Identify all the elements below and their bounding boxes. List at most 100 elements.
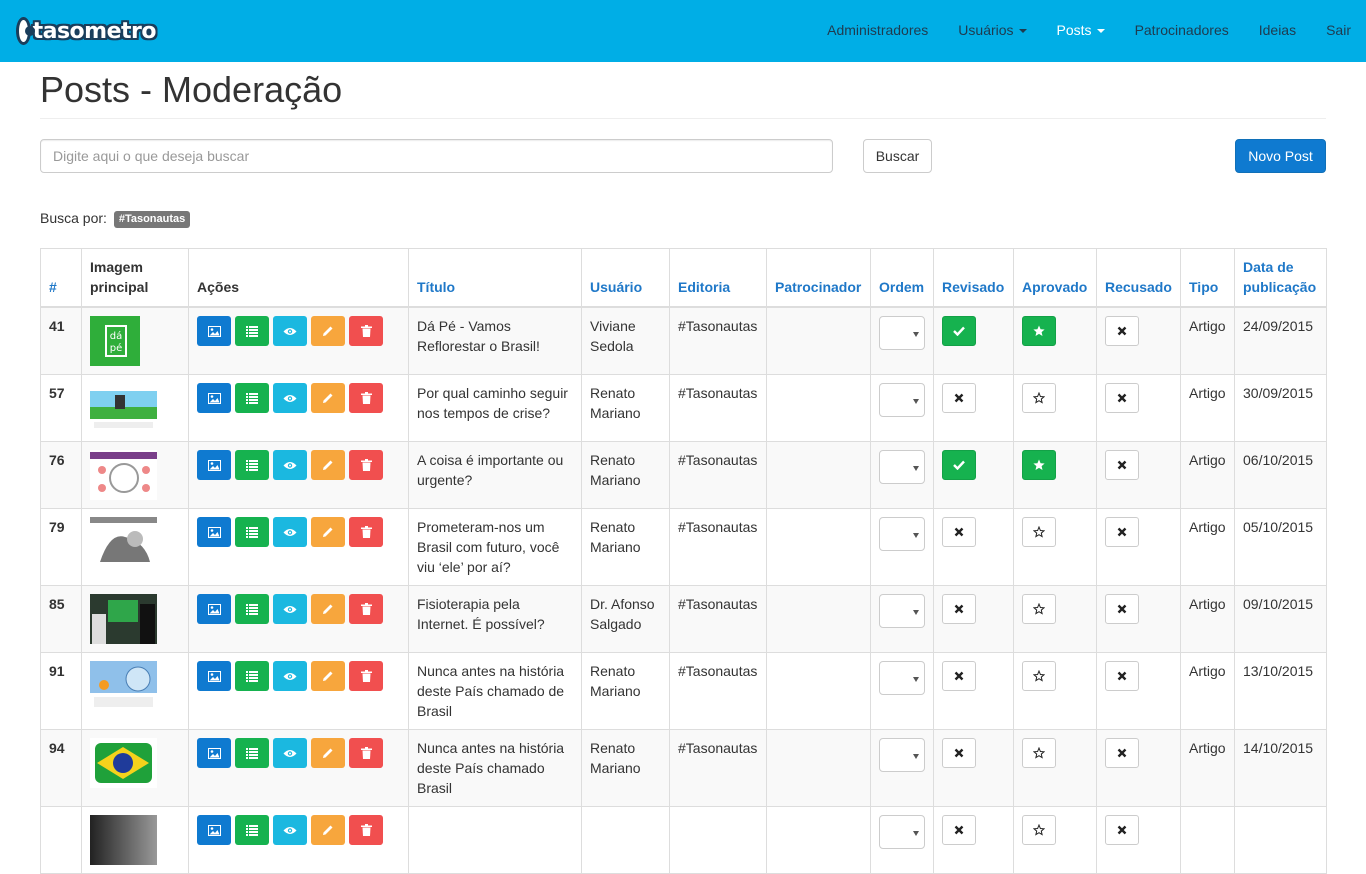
col-header-image: Imagem principal	[81, 248, 189, 308]
edit-button[interactable]	[311, 594, 345, 624]
post-thumbnail[interactable]	[90, 594, 157, 644]
reviewed-toggle[interactable]	[942, 661, 976, 691]
edit-button[interactable]	[311, 316, 345, 346]
order-select[interactable]	[879, 815, 925, 849]
post-thumbnail[interactable]	[90, 383, 157, 433]
image-button[interactable]	[197, 383, 231, 413]
approved-cell	[1013, 585, 1097, 653]
reviewed-toggle[interactable]	[942, 594, 976, 624]
reviewed-toggle[interactable]	[942, 316, 976, 346]
image-button[interactable]	[197, 661, 231, 691]
list-icon	[246, 526, 258, 538]
refused-toggle[interactable]	[1105, 517, 1139, 547]
edit-button[interactable]	[311, 450, 345, 480]
nav-ideias[interactable]: Ideias	[1244, 0, 1311, 62]
col-header-order[interactable]: Ordem	[870, 248, 934, 308]
post-thumbnail[interactable]	[90, 450, 157, 500]
col-header-date[interactable]: Data de publicação	[1234, 248, 1327, 308]
nav-posts[interactable]: Posts	[1042, 0, 1120, 62]
delete-button[interactable]	[349, 661, 383, 691]
list-button[interactable]	[235, 316, 269, 346]
col-header-editorial[interactable]: Editoria	[669, 248, 767, 308]
post-thumbnail[interactable]	[90, 661, 157, 711]
order-cell	[870, 441, 934, 509]
edit-button[interactable]	[311, 383, 345, 413]
col-header-refused[interactable]: Recusado	[1096, 248, 1181, 308]
refused-toggle[interactable]	[1105, 738, 1139, 768]
refused-toggle[interactable]	[1105, 594, 1139, 624]
post-date: 09/10/2015	[1234, 585, 1327, 653]
delete-button[interactable]	[349, 383, 383, 413]
refused-toggle[interactable]	[1105, 661, 1139, 691]
approved-toggle[interactable]	[1022, 738, 1056, 768]
reviewed-toggle[interactable]	[942, 383, 976, 413]
order-select[interactable]	[879, 594, 925, 628]
order-select[interactable]	[879, 383, 925, 417]
order-select[interactable]	[879, 517, 925, 551]
approved-toggle[interactable]	[1022, 383, 1056, 413]
list-button[interactable]	[235, 383, 269, 413]
list-button[interactable]	[235, 450, 269, 480]
delete-button[interactable]	[349, 594, 383, 624]
list-button[interactable]	[235, 594, 269, 624]
order-select[interactable]	[879, 738, 925, 772]
approved-toggle[interactable]	[1022, 316, 1056, 346]
image-button[interactable]	[197, 316, 231, 346]
image-button[interactable]	[197, 594, 231, 624]
list-button[interactable]	[235, 738, 269, 768]
view-button[interactable]	[273, 383, 307, 413]
view-button[interactable]	[273, 661, 307, 691]
view-button[interactable]	[273, 450, 307, 480]
post-thumbnail[interactable]: dá pé	[90, 316, 157, 366]
edit-button[interactable]	[311, 738, 345, 768]
reviewed-toggle[interactable]	[942, 738, 976, 768]
post-date: 13/10/2015	[1234, 652, 1327, 730]
nav-sair[interactable]: Sair	[1311, 0, 1366, 62]
nav-administradores[interactable]: Administradores	[812, 0, 943, 62]
col-header-type[interactable]: Tipo	[1180, 248, 1235, 308]
refused-toggle[interactable]	[1105, 383, 1139, 413]
col-header-user[interactable]: Usuário	[581, 248, 670, 308]
list-icon	[246, 392, 258, 404]
delete-button[interactable]	[349, 738, 383, 768]
new-post-button[interactable]: Novo Post	[1235, 139, 1326, 173]
view-button[interactable]	[273, 738, 307, 768]
image-button[interactable]	[197, 450, 231, 480]
list-button[interactable]	[235, 661, 269, 691]
col-header-sponsor[interactable]: Patrocinador	[766, 248, 871, 308]
approved-toggle[interactable]	[1022, 450, 1056, 480]
post-thumbnail[interactable]	[90, 738, 157, 788]
search-button[interactable]: Buscar	[863, 139, 932, 173]
nav-usuarios[interactable]: Usuários	[943, 0, 1041, 62]
post-thumbnail[interactable]	[90, 517, 157, 567]
approved-toggle[interactable]	[1022, 661, 1056, 691]
post-thumbnail[interactable]	[90, 815, 157, 865]
delete-button[interactable]	[349, 450, 383, 480]
image-button[interactable]	[197, 738, 231, 768]
delete-button[interactable]	[349, 316, 383, 346]
order-select[interactable]	[879, 316, 925, 350]
image-button[interactable]	[197, 517, 231, 547]
brand-logo[interactable]: tasometro	[16, 14, 157, 48]
list-button[interactable]	[235, 517, 269, 547]
edit-button[interactable]	[311, 661, 345, 691]
view-button[interactable]	[273, 316, 307, 346]
col-header-id[interactable]: #	[40, 248, 82, 308]
order-select[interactable]	[879, 661, 925, 695]
refused-toggle[interactable]	[1105, 316, 1139, 346]
reviewed-toggle[interactable]	[942, 450, 976, 480]
approved-toggle[interactable]	[1022, 594, 1056, 624]
reviewed-toggle[interactable]	[942, 517, 976, 547]
col-header-title[interactable]: Título	[408, 248, 582, 308]
col-header-reviewed[interactable]: Revisado	[933, 248, 1014, 308]
search-input[interactable]	[40, 139, 833, 173]
view-button[interactable]	[273, 517, 307, 547]
refused-toggle[interactable]	[1105, 450, 1139, 480]
col-header-approved[interactable]: Aprovado	[1013, 248, 1097, 308]
approved-toggle[interactable]	[1022, 517, 1056, 547]
nav-patrocinadores[interactable]: Patrocinadores	[1120, 0, 1244, 62]
view-button[interactable]	[273, 594, 307, 624]
edit-button[interactable]	[311, 517, 345, 547]
order-select[interactable]	[879, 450, 925, 484]
delete-button[interactable]	[349, 517, 383, 547]
